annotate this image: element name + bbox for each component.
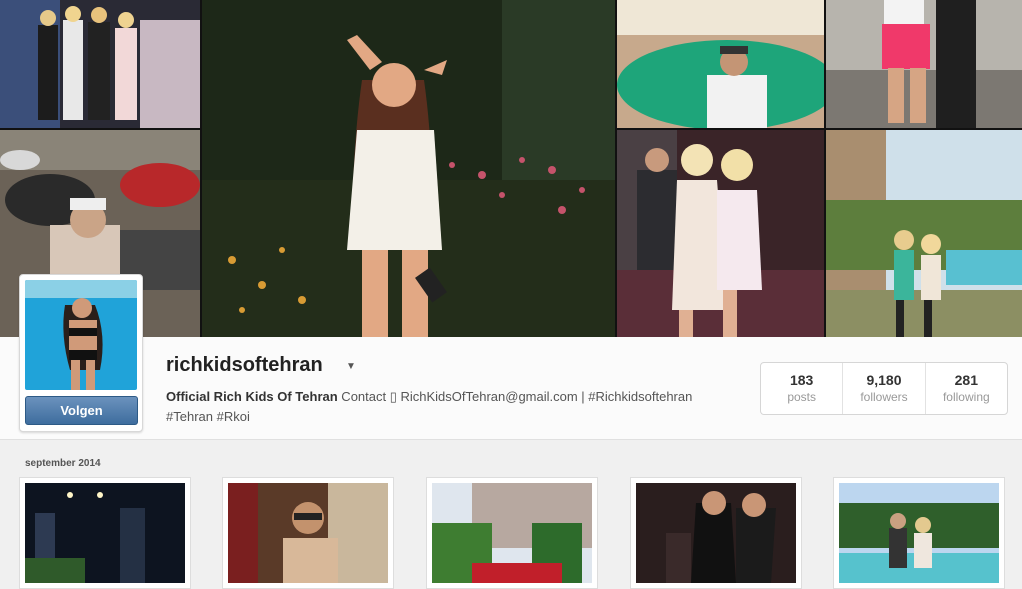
grid-photo-4[interactable] (630, 477, 802, 589)
cover-photo-main[interactable] (202, 0, 615, 337)
cover-photo-duo[interactable] (826, 0, 1022, 128)
grid-photo-1[interactable] (19, 477, 191, 589)
grid-photo-2[interactable] (222, 477, 394, 589)
stat-posts[interactable]: 183 posts (761, 363, 844, 414)
stat-posts-label: posts (787, 390, 816, 404)
stat-followers[interactable]: 9,180 followers (843, 363, 926, 414)
cover-photo-pool[interactable] (617, 0, 824, 128)
bio-hashtags: #Tehran #Rkoi (166, 409, 250, 424)
stat-followers-value: 9,180 (866, 372, 902, 388)
bio-contact: Contact ▯ RichKidsOfTehran@gmail.com | #… (337, 389, 693, 404)
stat-following[interactable]: 281 following (926, 363, 1007, 414)
profile-card: Volgen (19, 274, 143, 432)
cover-photo-blondes[interactable] (617, 130, 824, 337)
stat-following-label: following (942, 390, 990, 404)
chevron-down-icon[interactable]: ▼ (346, 361, 356, 372)
username: richkidsoftehran (166, 354, 323, 376)
stat-followers-label: followers (860, 390, 908, 404)
grid-photo-5[interactable] (833, 477, 1005, 589)
stat-posts-value: 183 (789, 372, 814, 388)
avatar[interactable] (25, 280, 137, 390)
stat-following-value: 281 (954, 372, 978, 388)
grid-photo-3[interactable] (426, 477, 598, 589)
cover-photo-party[interactable] (0, 0, 200, 128)
follow-button[interactable]: Volgen (25, 396, 138, 425)
section-date-label: september 2014 (25, 458, 101, 469)
cover-mosaic (0, 0, 1022, 337)
bio: Official Rich Kids Of Tehran Contact ▯ R… (166, 387, 746, 427)
stats-box: 183 posts 9,180 followers 281 following (760, 362, 1008, 415)
cover-photo-garden[interactable] (826, 130, 1022, 337)
bio-name: Official Rich Kids Of Tehran (166, 389, 338, 404)
